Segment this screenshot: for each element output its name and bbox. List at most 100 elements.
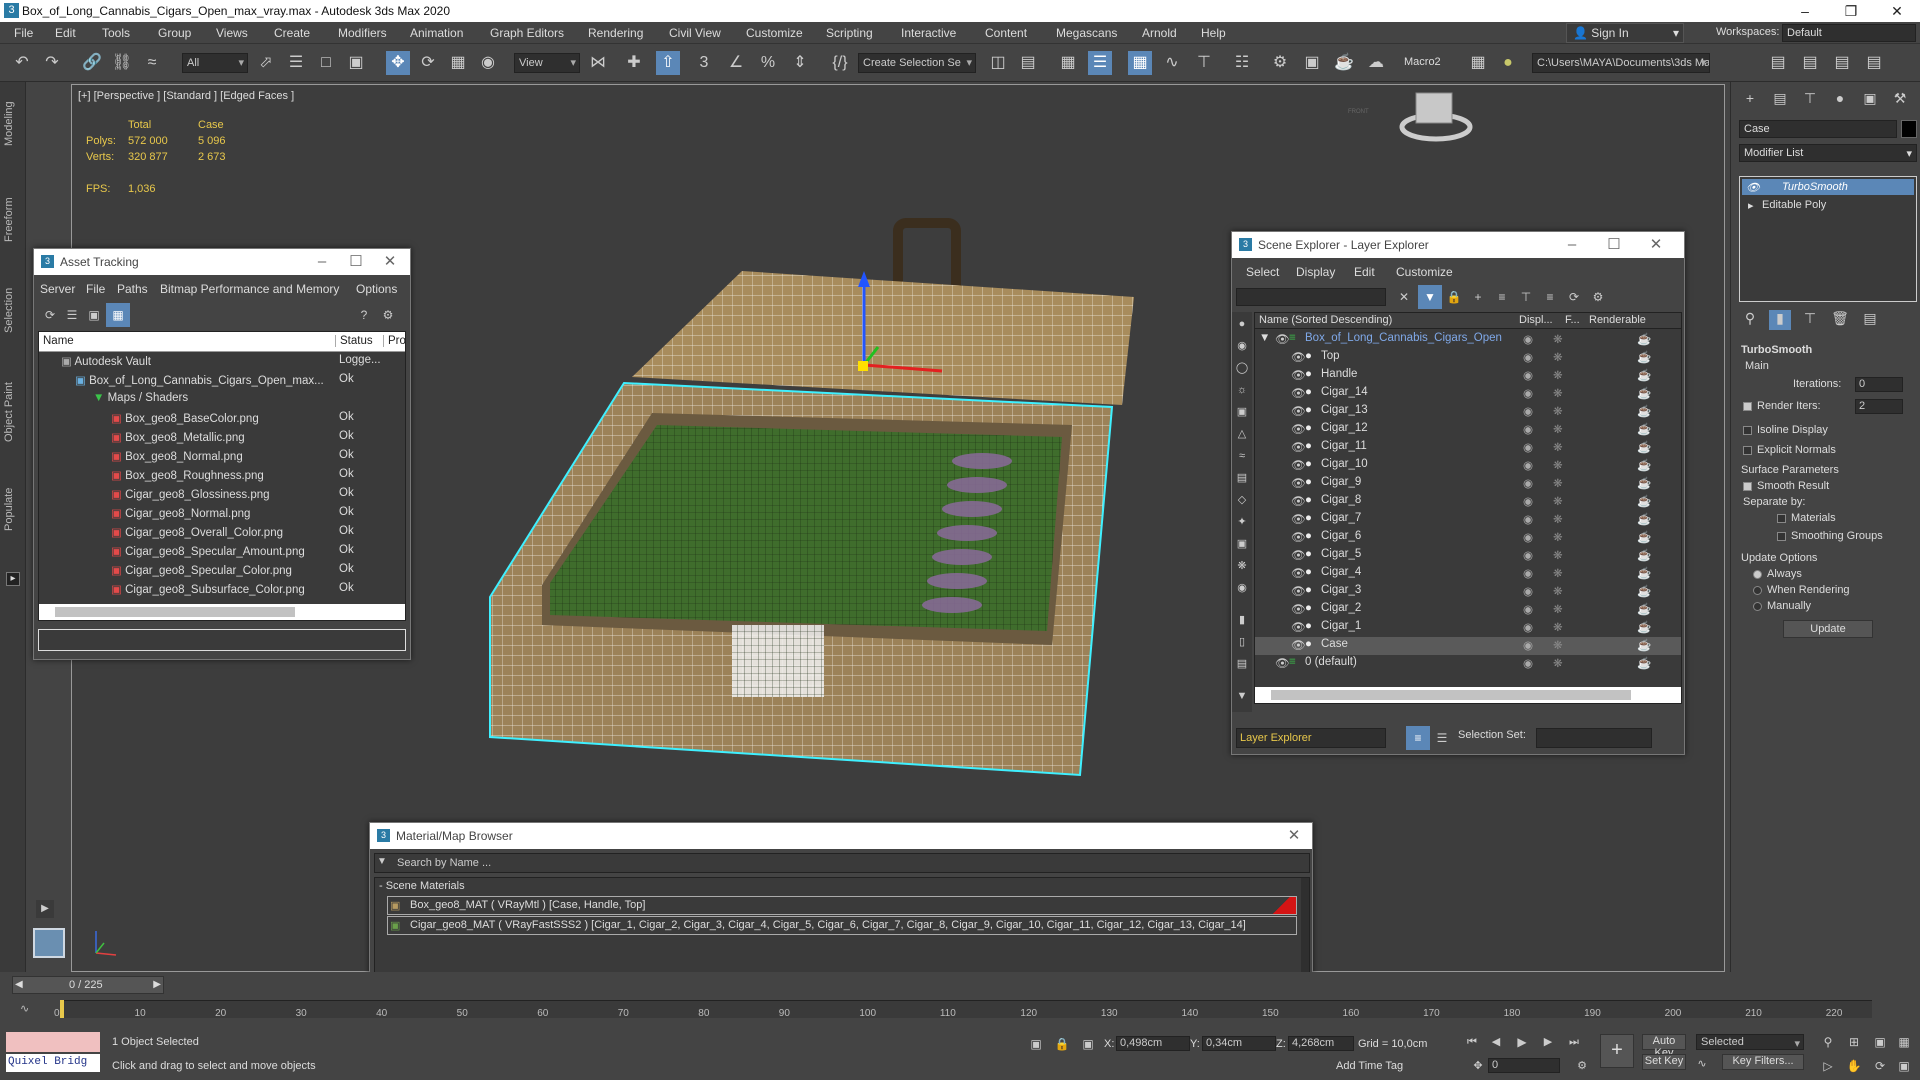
- mb-options-icon[interactable]: ▼: [377, 856, 387, 867]
- workspace-dropdown[interactable]: Default: [1782, 24, 1916, 42]
- renderable-teapot-icon[interactable]: ☕: [1637, 638, 1651, 652]
- stack-editable-poly[interactable]: ▸ Editable Poly: [1742, 197, 1914, 213]
- renderable-teapot-icon[interactable]: ☕: [1637, 548, 1651, 562]
- renderable-teapot-icon[interactable]: ☕: [1637, 350, 1651, 364]
- view-cube-front-label[interactable]: FRONT: [1348, 109, 1369, 115]
- at-maximize-icon[interactable]: ☐: [342, 251, 370, 273]
- col-freeze[interactable]: F...: [1565, 314, 1580, 326]
- tree-item[interactable]: 👁 ● Top ◉ ❋ ☕: [1255, 349, 1681, 367]
- renderable-teapot-icon[interactable]: ☕: [1637, 584, 1651, 598]
- renderable-teapot-icon[interactable]: ☕: [1637, 566, 1651, 580]
- at-menu-options[interactable]: Options: [356, 282, 397, 296]
- project-folder-dropdown[interactable]: C:\Users\MAYA\Documents\3ds Max 2020: [1532, 53, 1710, 73]
- table-view-icon[interactable]: ▦: [106, 303, 130, 327]
- help-icon[interactable]: ?: [352, 303, 376, 327]
- display-toggle-icon[interactable]: ◉: [1523, 548, 1533, 562]
- visibility-eye-icon[interactable]: 👁: [1291, 404, 1306, 418]
- mirror-icon[interactable]: ◫: [986, 51, 1010, 75]
- spinner-snap-icon[interactable]: ⇕: [788, 51, 812, 75]
- col-pro[interactable]: Pro: [383, 335, 406, 347]
- visibility-eye-icon[interactable]: 👁: [1291, 584, 1306, 598]
- tree-item[interactable]: 👁 ● Cigar_1 ◉ ❋ ☕: [1255, 619, 1681, 637]
- stack-turbosmooth[interactable]: 👁 TurboSmooth: [1742, 179, 1914, 195]
- project-folder-icon[interactable]: ▤: [1766, 51, 1790, 75]
- when-rendering-radio[interactable]: [1753, 586, 1762, 595]
- material-row-box[interactable]: ▣ Box_geo8_MAT ( VRayMtl ) [Case, Handle…: [387, 896, 1297, 915]
- manually-radio[interactable]: [1753, 602, 1762, 611]
- render-setup-icon[interactable]: ⚙: [1268, 51, 1292, 75]
- thumbnails-icon[interactable]: ▣: [82, 303, 106, 327]
- visibility-eye-icon[interactable]: 👁: [1291, 350, 1306, 364]
- display-toggle-icon[interactable]: ◉: [1523, 494, 1533, 508]
- visibility-eye-icon[interactable]: 👁: [1291, 530, 1306, 544]
- visibility-eye-icon[interactable]: 👁: [1746, 181, 1760, 194]
- align-icon[interactable]: ▤: [1016, 51, 1040, 75]
- display-helpers-icon[interactable]: △: [1230, 422, 1254, 446]
- display-groups-icon[interactable]: ▤: [1230, 466, 1254, 490]
- options-icon[interactable]: ⚙: [1586, 285, 1610, 309]
- display-tab-icon[interactable]: ▣: [1859, 90, 1881, 110]
- pivot-center-icon[interactable]: ⋈: [586, 51, 610, 75]
- se-search-input[interactable]: [1236, 288, 1386, 306]
- layer-explorer-toggle-icon[interactable]: ≡: [1406, 726, 1430, 750]
- visibility-eye-icon[interactable]: 👁: [1291, 602, 1306, 616]
- tree-item[interactable]: 👁 ● Handle ◉ ❋ ☕: [1255, 367, 1681, 385]
- minimize-icon[interactable]: –: [1782, 0, 1828, 22]
- material-editor-icon[interactable]: ☷: [1230, 51, 1254, 75]
- freeze-icon[interactable]: ❋: [1553, 512, 1563, 526]
- quixel-bridge-field[interactable]: Quixel Bridg: [6, 1054, 100, 1072]
- display-containers-icon[interactable]: ▣: [1230, 532, 1254, 556]
- sign-in-button[interactable]: 👤 Sign In ▾: [1566, 23, 1684, 43]
- tree-item[interactable]: 👁 ● Cigar_8 ◉ ❋ ☕: [1255, 493, 1681, 511]
- freeze-icon[interactable]: ❋: [1553, 638, 1563, 652]
- visibility-eye-icon[interactable]: 👁: [1291, 458, 1306, 472]
- mb-close-icon[interactable]: ✕: [1280, 825, 1308, 847]
- tab-selection[interactable]: Selection: [3, 280, 23, 340]
- menu-tools[interactable]: Tools: [102, 26, 130, 40]
- visibility-eye-icon[interactable]: 👁: [1291, 548, 1306, 562]
- pan-icon[interactable]: ✋: [1842, 1054, 1866, 1078]
- menu-edit[interactable]: Edit: [55, 26, 76, 40]
- configure-sets-icon[interactable]: ▤: [1859, 310, 1881, 330]
- renderable-teapot-icon[interactable]: ☕: [1637, 458, 1651, 472]
- list-item[interactable]: ▣ Cigar_geo8_Specular_Amount.png: [111, 544, 305, 562]
- create-tab-icon[interactable]: +: [1739, 90, 1761, 110]
- display-lights-icon[interactable]: ☼: [1230, 378, 1254, 402]
- scale-icon[interactable]: ▦: [446, 51, 470, 75]
- list-item[interactable]: ▣ Cigar_geo8_Overall_Color.png: [111, 525, 283, 543]
- scene-materials-group[interactable]: - Scene Materials: [379, 880, 465, 892]
- list-item[interactable]: ▣ Autodesk Vault: [61, 354, 151, 372]
- list-item[interactable]: ▣ Box_of_Long_Cannabis_Cigars_Open_max..…: [75, 373, 324, 391]
- display-geometry-icon[interactable]: ◉: [1230, 334, 1254, 358]
- se-close-icon[interactable]: ✕: [1642, 234, 1670, 256]
- isoline-checkbox[interactable]: [1743, 426, 1752, 435]
- default-in-out-icon[interactable]: ∿: [1690, 1052, 1714, 1076]
- materials-checkbox[interactable]: [1777, 514, 1786, 523]
- zoom-all-icon[interactable]: ⊞: [1842, 1030, 1866, 1054]
- display-toggle-icon[interactable]: ◉: [1523, 332, 1533, 346]
- display-toggle-icon[interactable]: ◉: [1523, 476, 1533, 490]
- refresh-icon[interactable]: ⟳: [38, 303, 62, 327]
- tree-item[interactable]: 👁 ● Cigar_14 ◉ ❋ ☕: [1255, 385, 1681, 403]
- freeze-icon[interactable]: ❋: [1553, 368, 1563, 382]
- utilities-tab-icon[interactable]: ⚒: [1889, 90, 1911, 110]
- at-menu-file[interactable]: File: [86, 282, 105, 296]
- tree-item[interactable]: 👁 ● Cigar_12 ◉ ❋ ☕: [1255, 421, 1681, 439]
- renderable-teapot-icon[interactable]: ☕: [1637, 620, 1651, 634]
- expand-icon[interactable]: ▸: [1748, 199, 1754, 212]
- list-item[interactable]: ▣ Cigar_geo8_Normal.png: [111, 506, 250, 524]
- freeze-icon[interactable]: ❋: [1553, 458, 1563, 472]
- hierarchy-icon[interactable]: ⊤: [1514, 285, 1538, 309]
- named-selection-set-dropdown[interactable]: Create Selection Se: [858, 53, 976, 73]
- next-key-icon[interactable]: ▶: [1536, 1030, 1560, 1054]
- pin-stack-icon[interactable]: ⚲: [1739, 310, 1761, 330]
- add-time-tag[interactable]: Add Time Tag: [1336, 1060, 1403, 1072]
- angle-snap-icon[interactable]: ∠: [724, 51, 748, 75]
- iterations-spinner[interactable]: 0: [1855, 377, 1903, 392]
- smoothing-groups-checkbox[interactable]: [1777, 532, 1786, 541]
- schematic-view-icon[interactable]: ⊤: [1192, 51, 1216, 75]
- previous-frame-icon[interactable]: ◀: [1484, 1030, 1508, 1054]
- display-shapes-icon[interactable]: ◯: [1230, 356, 1254, 380]
- asset-tracking-titlebar[interactable]: 3 Asset Tracking – ☐ ✕: [34, 249, 410, 275]
- freeze-icon[interactable]: ❋: [1553, 530, 1563, 544]
